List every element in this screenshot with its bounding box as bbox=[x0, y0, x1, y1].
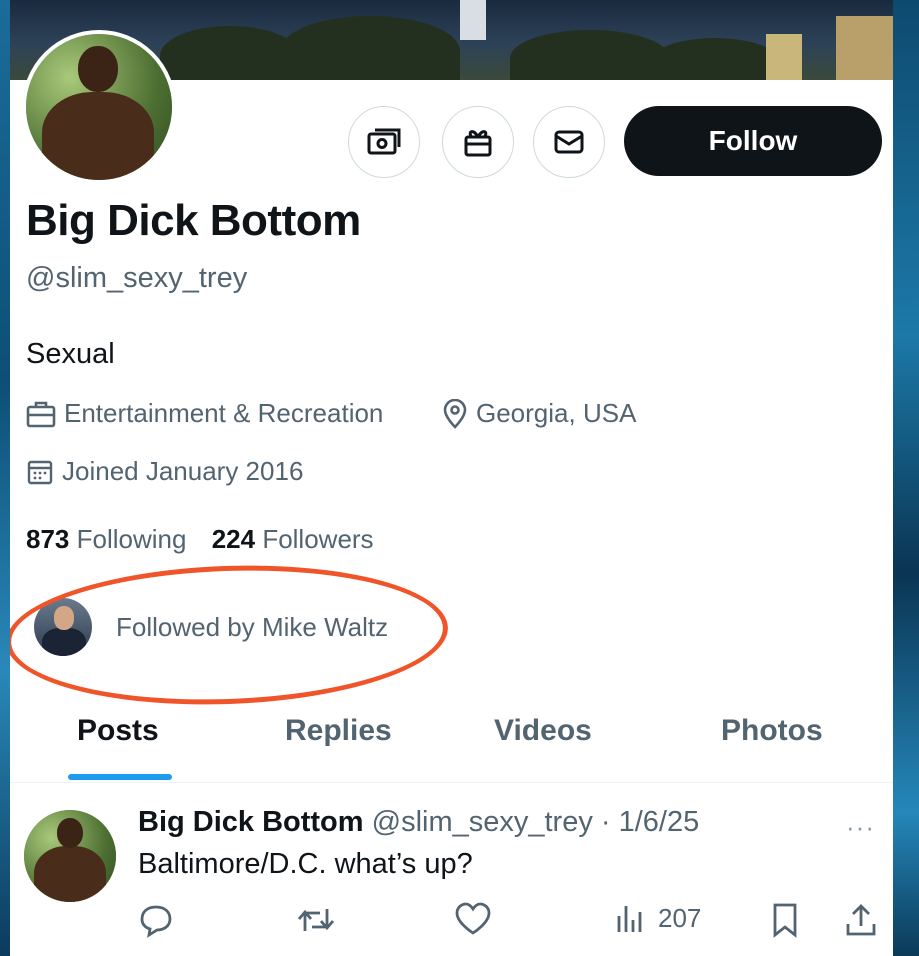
reply-icon bbox=[140, 905, 172, 938]
user-handle: @slim_sexy_trey bbox=[26, 262, 248, 294]
mail-icon bbox=[554, 130, 584, 154]
more-options-icon[interactable]: ··· bbox=[846, 812, 875, 843]
tab-replies[interactable]: Replies bbox=[285, 714, 392, 748]
following-link[interactable]: 873 Following bbox=[26, 524, 186, 554]
following-label: Following bbox=[76, 524, 187, 554]
active-tab-indicator bbox=[68, 774, 172, 780]
banner-building bbox=[766, 34, 802, 80]
followers-link[interactable]: 224 Followers bbox=[212, 524, 374, 554]
profile-tabs: Posts Replies Videos Photos bbox=[10, 700, 893, 783]
post-meta: @slim_sexy_trey · 1/6/25 bbox=[371, 806, 700, 838]
bookmark-icon bbox=[773, 903, 797, 938]
display-name: Big Dick Bottom bbox=[26, 196, 361, 245]
bookmark-button[interactable] bbox=[770, 902, 800, 938]
banner-tree bbox=[280, 16, 460, 80]
profile-bio: Sexual bbox=[26, 338, 115, 370]
profile-location: Georgia, USA bbox=[442, 398, 636, 429]
banner-tree bbox=[510, 30, 670, 80]
banner-tree bbox=[160, 26, 300, 80]
annotation-oval bbox=[10, 558, 451, 712]
profile-screen: Follow Big Dick Bottom @slim_sexy_trey S… bbox=[10, 0, 893, 956]
banner-building bbox=[836, 16, 893, 80]
tab-photos[interactable]: Photos bbox=[721, 714, 823, 748]
banner-tree bbox=[650, 38, 780, 80]
views-button[interactable]: 207 bbox=[614, 902, 701, 934]
followers-label: Followers bbox=[262, 524, 374, 554]
profile-avatar[interactable] bbox=[22, 30, 176, 184]
calendar-icon bbox=[27, 460, 53, 484]
message-button[interactable] bbox=[533, 106, 605, 178]
views-chart-icon bbox=[617, 906, 642, 932]
profile-joined: Joined January 2016 bbox=[26, 456, 303, 487]
views-count: 207 bbox=[658, 902, 702, 933]
money-icon bbox=[367, 128, 401, 155]
following-count: 873 bbox=[26, 524, 70, 554]
post-avatar[interactable] bbox=[24, 810, 116, 902]
profile-category: Entertainment & Recreation bbox=[26, 398, 383, 429]
background-right-edge bbox=[893, 0, 919, 956]
share-icon bbox=[846, 904, 876, 936]
category-label: Entertainment & Recreation bbox=[64, 398, 384, 428]
joined-label: Joined January 2016 bbox=[62, 456, 304, 486]
location-label: Georgia, USA bbox=[476, 398, 637, 428]
briefcase-icon bbox=[26, 401, 56, 427]
post-text: Baltimore/D.C. what’s up? bbox=[138, 848, 473, 880]
repost-icon bbox=[297, 909, 335, 931]
post-header: Big Dick Bottom @slim_sexy_trey · 1/6/25 bbox=[138, 806, 699, 839]
tab-posts[interactable]: Posts bbox=[77, 714, 159, 748]
post-author[interactable]: Big Dick Bottom bbox=[138, 806, 364, 838]
follow-counts: 873 Following 224 Followers bbox=[26, 524, 374, 555]
heart-icon bbox=[455, 902, 491, 935]
followers-count: 224 bbox=[211, 524, 256, 554]
background-left-edge bbox=[0, 0, 10, 956]
tab-videos[interactable]: Videos bbox=[494, 714, 592, 748]
share-button[interactable] bbox=[844, 902, 878, 938]
like-button[interactable] bbox=[454, 902, 492, 936]
tip-button[interactable] bbox=[348, 106, 420, 178]
location-pin-icon bbox=[443, 398, 467, 429]
gift-button[interactable] bbox=[442, 106, 514, 178]
reply-button[interactable] bbox=[138, 902, 174, 938]
follow-button[interactable]: Follow bbox=[624, 106, 882, 176]
repost-button[interactable] bbox=[296, 902, 336, 938]
banner-tower bbox=[460, 0, 486, 40]
gift-icon bbox=[464, 130, 492, 157]
